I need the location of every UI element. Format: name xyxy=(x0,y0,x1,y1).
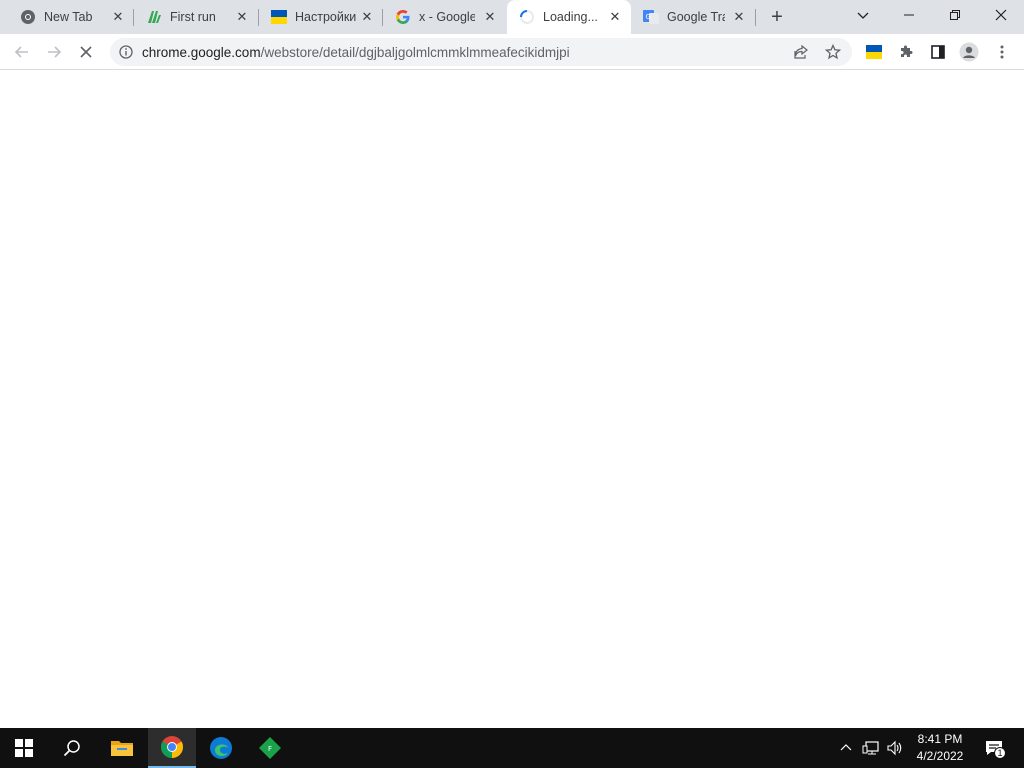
notification-badge: 1 xyxy=(994,747,1006,759)
folder-icon xyxy=(111,741,133,756)
close-icon[interactable]: ✕ xyxy=(731,9,747,25)
arrow-left-icon xyxy=(14,46,28,58)
network-button[interactable] xyxy=(861,738,881,758)
tab-title: First run xyxy=(170,10,216,24)
side-panel-icon xyxy=(931,45,945,59)
app-taskbar-button[interactable]: F xyxy=(246,728,294,768)
url-path: /webstore/detail/dgjbaljgolmlcmmklmmeafe… xyxy=(260,45,570,60)
close-icon[interactable]: ✕ xyxy=(482,9,498,25)
close-icon[interactable]: ✕ xyxy=(110,9,126,25)
star-icon[interactable] xyxy=(825,44,841,60)
edge-icon xyxy=(210,737,232,759)
clock-time: 8:41 PM xyxy=(917,732,963,746)
tab-first-run[interactable]: First run ✕ xyxy=(134,0,258,34)
back-button[interactable] xyxy=(10,40,34,64)
stop-button[interactable] xyxy=(74,40,98,64)
tab-loading[interactable]: Loading... ✕ xyxy=(507,0,631,34)
stop-x-icon xyxy=(80,46,92,58)
share-icon[interactable] xyxy=(793,44,809,60)
close-icon[interactable]: ✕ xyxy=(234,9,250,25)
chrome-taskbar-button[interactable] xyxy=(148,728,196,768)
tab-separator xyxy=(755,9,756,26)
close-icon[interactable]: ✕ xyxy=(359,9,375,25)
browser-toolbar: chrome.google.com/webstore/detail/dgjbal… xyxy=(0,34,1024,70)
tab-google-search[interactable]: x - Google ✕ xyxy=(383,0,507,34)
arrow-right-icon xyxy=(48,46,62,58)
info-icon[interactable] xyxy=(119,45,133,59)
windows-taskbar: F 8:41 PM 4/2/2022 1 xyxy=(0,728,1024,768)
url-text[interactable]: chrome.google.com/webstore/detail/dgjbal… xyxy=(142,45,570,60)
tab-settings[interactable]: Настройки ✕ xyxy=(259,0,383,34)
tab-title: Google Tra xyxy=(667,10,725,24)
file-explorer-button[interactable] xyxy=(98,728,146,768)
chrome-icon xyxy=(161,736,183,758)
tab-google-translate[interactable]: G Google Tra ✕ xyxy=(631,0,755,34)
restore-icon xyxy=(950,10,960,20)
forward-button[interactable] xyxy=(42,40,66,64)
tab-title: Loading... xyxy=(543,10,598,24)
more-vert-icon xyxy=(1000,45,1004,59)
speaker-icon xyxy=(887,740,902,756)
tab-search-button[interactable] xyxy=(840,0,886,30)
url-host: chrome.google.com xyxy=(142,45,261,60)
chrome-icon xyxy=(21,10,35,24)
address-bar[interactable]: chrome.google.com/webstore/detail/dgjbal… xyxy=(110,38,852,66)
chevron-down-icon xyxy=(857,12,869,19)
close-icon[interactable]: ✕ xyxy=(607,9,623,25)
close-window-button[interactable] xyxy=(978,0,1024,30)
network-icon xyxy=(862,741,879,755)
search-icon xyxy=(63,740,80,757)
google-icon xyxy=(396,10,410,24)
start-button[interactable] xyxy=(0,728,48,768)
new-tab-button[interactable]: + xyxy=(766,6,788,28)
ukraine-flag-icon xyxy=(271,10,287,24)
puzzle-icon xyxy=(901,45,913,57)
tab-title: New Tab xyxy=(44,10,93,24)
windows-logo-icon xyxy=(15,739,33,757)
green-diamond-app-icon: F xyxy=(259,737,281,759)
edge-taskbar-button[interactable] xyxy=(197,728,245,768)
minimize-button[interactable] xyxy=(886,0,932,30)
firstrun-icon xyxy=(148,11,161,23)
menu-button[interactable] xyxy=(990,40,1014,64)
minimize-icon xyxy=(904,14,914,16)
clock[interactable]: 8:41 PM 4/2/2022 xyxy=(910,731,970,765)
profile-button[interactable] xyxy=(957,40,981,64)
side-panel-button[interactable] xyxy=(926,40,950,64)
chevron-up-icon xyxy=(840,744,852,751)
show-hidden-icons-button[interactable] xyxy=(836,738,856,758)
restore-button[interactable] xyxy=(932,0,978,30)
tab-new-tab[interactable]: New Tab ✕ xyxy=(8,0,132,34)
action-center-button[interactable]: 1 xyxy=(982,738,1006,759)
page-content xyxy=(0,70,1024,728)
extension-ukraine-flag[interactable] xyxy=(862,40,886,64)
clock-date: 4/2/2022 xyxy=(916,749,964,763)
loading-spinner-icon xyxy=(520,10,534,24)
ukraine-flag-icon xyxy=(866,45,882,59)
tab-strip: New Tab ✕ First run ✕ Настройки ✕ x - Go… xyxy=(0,0,1024,34)
google-translate-icon: G xyxy=(643,10,659,24)
close-icon xyxy=(995,9,1007,21)
search-button[interactable] xyxy=(48,728,96,768)
svg-text:G: G xyxy=(646,13,651,21)
extensions-button[interactable] xyxy=(894,40,918,64)
profile-avatar-icon xyxy=(959,42,979,62)
tab-title: x - Google xyxy=(419,10,475,24)
tab-title: Настройки xyxy=(295,10,357,24)
svg-text:F: F xyxy=(268,745,272,753)
volume-button[interactable] xyxy=(885,738,905,758)
